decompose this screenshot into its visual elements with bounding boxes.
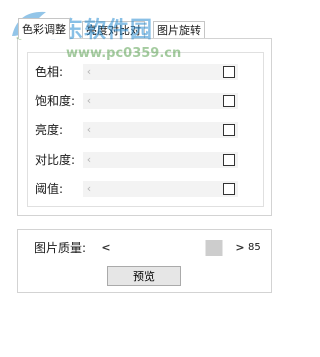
arrow-left-icon[interactable]: ‹: [83, 93, 95, 109]
tab-label: 色彩调整: [22, 23, 66, 36]
arrow-left-icon[interactable]: ‹: [83, 152, 95, 168]
contrast-checkbox[interactable]: [223, 154, 235, 166]
quality-label: 图片质量:: [34, 241, 87, 255]
quality-slider-thumb[interactable]: [205, 240, 223, 256]
tab-brightness-contrast[interactable]: 亮度对比对: [82, 21, 145, 38]
threshold-checkbox[interactable]: [223, 183, 235, 195]
saturation-row: 饱和度: ‹ ›: [28, 93, 263, 109]
quality-value: 85: [248, 242, 261, 253]
hue-checkbox[interactable]: [223, 66, 235, 78]
adjustment-group: 色相: ‹ › 饱和度: ‹ › 亮度: ‹ › 对比度:: [27, 52, 264, 207]
saturation-slider[interactable]: ‹ ›: [83, 93, 238, 109]
arrow-left-icon[interactable]: ‹: [83, 64, 95, 80]
tab-color-adjust[interactable]: 色彩调整: [18, 18, 70, 39]
threshold-slider[interactable]: ‹ ›: [83, 181, 238, 197]
hue-label: 色相:: [35, 65, 64, 79]
tab-label: 图片旋转: [157, 24, 201, 37]
quality-panel: 图片质量: < > 85 预览: [17, 229, 272, 293]
quality-slider[interactable]: < >: [100, 240, 246, 256]
quality-track[interactable]: [114, 240, 232, 256]
hue-row: 色相: ‹ ›: [28, 64, 263, 80]
hue-slider[interactable]: ‹ ›: [83, 64, 238, 80]
arrow-left-icon[interactable]: <: [100, 240, 112, 256]
tab-bar: 色彩调整 亮度对比对 图片旋转: [18, 18, 268, 39]
threshold-label: 阈值:: [35, 182, 64, 196]
contrast-row: 对比度: ‹ ›: [28, 152, 263, 168]
brightness-slider[interactable]: ‹ ›: [83, 122, 238, 138]
arrow-left-icon[interactable]: ‹: [83, 122, 95, 138]
brightness-row: 亮度: ‹ ›: [28, 122, 263, 138]
arrow-right-icon[interactable]: >: [234, 240, 246, 256]
brightness-checkbox[interactable]: [223, 124, 235, 136]
threshold-row: 阈值: ‹ ›: [28, 181, 263, 197]
tab-label: 亮度对比对: [86, 24, 141, 37]
contrast-slider[interactable]: ‹ ›: [83, 152, 238, 168]
preview-button[interactable]: 预览: [107, 266, 181, 286]
color-adjust-panel: 色相: ‹ › 饱和度: ‹ › 亮度: ‹ › 对比度:: [17, 38, 272, 216]
contrast-label: 对比度:: [35, 153, 76, 167]
saturation-checkbox[interactable]: [223, 95, 235, 107]
saturation-label: 饱和度:: [35, 94, 76, 108]
brightness-label: 亮度:: [35, 123, 64, 137]
tab-image-rotate[interactable]: 图片旋转: [153, 21, 205, 38]
arrow-left-icon[interactable]: ‹: [83, 181, 95, 197]
